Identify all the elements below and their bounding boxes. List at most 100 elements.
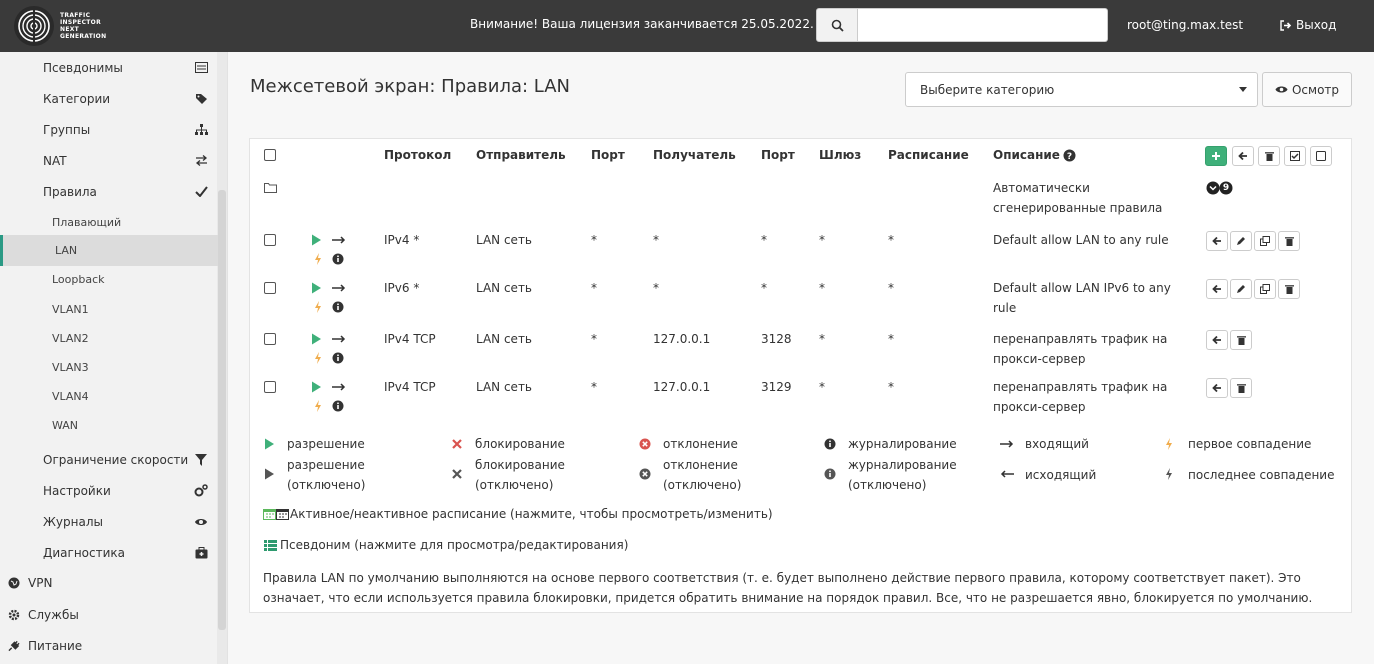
cell-destination: 127.0.0.1 xyxy=(653,380,711,394)
pencil-icon xyxy=(1237,237,1245,245)
legend-alias-note: Псевдоним (нажмите для просмотра/редакти… xyxy=(280,538,629,552)
user-account-link[interactable]: root@ting.max.test xyxy=(1127,18,1243,32)
move-rule-button[interactable] xyxy=(1206,279,1228,299)
delete-rule-button[interactable] xyxy=(1278,231,1300,251)
legend-first-match: первое совпадение xyxy=(1188,437,1312,451)
move-rule-button[interactable] xyxy=(1206,330,1228,350)
medkit-icon xyxy=(194,546,208,560)
header-destination-port[interactable]: Порт xyxy=(761,148,795,162)
sidebar-subitem-vlan2[interactable]: VLAN2 xyxy=(0,323,218,354)
logo-line: INSPECTOR xyxy=(60,19,101,26)
sidebar-item-power[interactable]: Питание xyxy=(0,630,218,661)
category-select[interactable]: Выберите категорию xyxy=(905,72,1258,107)
legend-reject-disabled: (отключено) xyxy=(663,478,742,492)
sidebar-item-diagnostics[interactable]: Диагностика xyxy=(0,537,218,568)
sidebar-item-categories[interactable]: Категории xyxy=(0,83,218,114)
arrow-right-icon xyxy=(1000,437,1014,451)
sidebar-item-logs[interactable]: Журналы xyxy=(0,506,218,537)
logout-button[interactable]: Выход xyxy=(1280,18,1336,32)
sidebar-item-services[interactable]: Службы xyxy=(0,599,218,630)
scrollbar-thumb[interactable] xyxy=(218,190,226,630)
header-description[interactable]: Описание xyxy=(993,148,1060,162)
play-icon xyxy=(310,380,323,394)
clone-icon xyxy=(1260,284,1270,294)
logo-text: TRAFFIC INSPECTOR NEXT GENERATION xyxy=(60,12,106,40)
delete-rule-button[interactable] xyxy=(1230,330,1252,350)
cell-destination-port: * xyxy=(761,281,767,295)
times-circle-icon xyxy=(638,467,652,481)
legend-log-disabled: (отключено) xyxy=(848,478,927,492)
row-select-checkbox[interactable] xyxy=(264,234,276,246)
cell-source-port: * xyxy=(591,332,597,346)
clone-rule-button[interactable] xyxy=(1254,279,1276,299)
trash-icon xyxy=(1284,285,1294,294)
enable-selected-button[interactable] xyxy=(1284,146,1306,166)
inspect-button[interactable]: Осмотр xyxy=(1262,72,1352,107)
sidebar-subitem-vlan3[interactable]: VLAN3 xyxy=(0,352,218,383)
sidebar-item-label: Питание xyxy=(28,638,83,653)
delete-selected-button[interactable] xyxy=(1258,146,1280,166)
sidebar-item-label: Правила xyxy=(43,184,97,199)
filter-icon xyxy=(194,453,208,467)
eye-icon xyxy=(194,515,208,529)
sidebar-subitem-floating[interactable]: Плавающий xyxy=(0,207,218,238)
header-source[interactable]: Отправитель xyxy=(476,148,566,162)
move-rule-button[interactable] xyxy=(1206,231,1228,251)
sidebar-subitem-lan[interactable]: LAN xyxy=(0,235,218,266)
row-select-checkbox[interactable] xyxy=(264,282,276,294)
move-rule-button[interactable] xyxy=(1206,378,1228,398)
header-gateway[interactable]: Шлюз xyxy=(819,148,861,162)
header-schedule[interactable]: Расписание xyxy=(888,148,969,162)
select-all-checkbox[interactable] xyxy=(264,149,276,161)
arrow-right-icon xyxy=(331,282,347,294)
logo[interactable]: TRAFFIC INSPECTOR NEXT GENERATION xyxy=(14,2,134,50)
sidebar-item-label: Псевдонимы xyxy=(43,60,123,75)
cell-description: прокси-сервер xyxy=(993,400,1086,414)
legend-reject: отклонение xyxy=(663,437,738,451)
sidebar-item-vpn[interactable]: VPN xyxy=(0,567,218,598)
header-source-port[interactable]: Порт xyxy=(591,148,625,162)
cell-description: Default allow LAN to any rule xyxy=(993,233,1169,247)
clone-rule-button[interactable] xyxy=(1254,231,1276,251)
cell-destination: * xyxy=(653,233,659,247)
sidebar-item-rules[interactable]: Правила xyxy=(0,176,218,207)
delete-rule-button[interactable] xyxy=(1230,378,1252,398)
sidebar-item-settings[interactable]: Настройки xyxy=(0,475,218,506)
legend-pass-disabled: разрешение xyxy=(287,458,365,472)
search-button[interactable] xyxy=(816,8,858,42)
question-circle-icon[interactable]: ? xyxy=(1062,148,1076,162)
calendar-icon xyxy=(262,507,276,521)
sitemap-icon xyxy=(194,123,208,137)
square-icon xyxy=(1316,151,1326,161)
info-circle-icon xyxy=(823,437,837,451)
row-select-checkbox[interactable] xyxy=(264,333,276,345)
edit-rule-button[interactable] xyxy=(1230,231,1252,251)
list-icon xyxy=(263,538,277,552)
cell-protocol: IPv6 * xyxy=(384,281,420,295)
header-destination[interactable]: Получатель xyxy=(653,148,736,162)
trash-icon xyxy=(1236,336,1246,345)
sidebar-subitem-label: LAN xyxy=(55,244,78,257)
sidebar-subitem-wan[interactable]: WAN xyxy=(0,410,218,441)
add-rule-button[interactable] xyxy=(1205,146,1227,166)
sidebar-item-aliases[interactable]: Псевдонимы xyxy=(0,52,218,83)
times-circle-icon xyxy=(638,437,652,451)
legend-log-disabled: журналирование xyxy=(848,458,957,472)
sidebar-item-groups[interactable]: Группы xyxy=(0,114,218,145)
sidebar: Псевдонимы Категории Группы NAT Правила … xyxy=(0,52,228,664)
sidebar-item-shaper[interactable]: Ограничение скорости xyxy=(0,444,218,475)
sidebar-scrollbar[interactable] xyxy=(217,52,227,664)
sidebar-subitem-vlan1[interactable]: VLAN1 xyxy=(0,294,218,325)
disable-selected-button[interactable] xyxy=(1310,146,1332,166)
sidebar-subitem-loopback[interactable]: Loopback xyxy=(0,264,218,295)
row-select-checkbox[interactable] xyxy=(264,381,276,393)
delete-rule-button[interactable] xyxy=(1278,279,1300,299)
arrow-left-icon xyxy=(1212,236,1221,246)
header-protocol[interactable]: Протокол xyxy=(384,148,451,162)
sidebar-subitem-vlan4[interactable]: VLAN4 xyxy=(0,381,218,412)
rules-help-text: Правила LAN по умолчанию выполняются на … xyxy=(263,571,1313,605)
search-input[interactable] xyxy=(858,8,1108,42)
sidebar-item-nat[interactable]: NAT xyxy=(0,145,218,176)
move-selected-button[interactable] xyxy=(1232,146,1254,166)
edit-rule-button[interactable] xyxy=(1230,279,1252,299)
